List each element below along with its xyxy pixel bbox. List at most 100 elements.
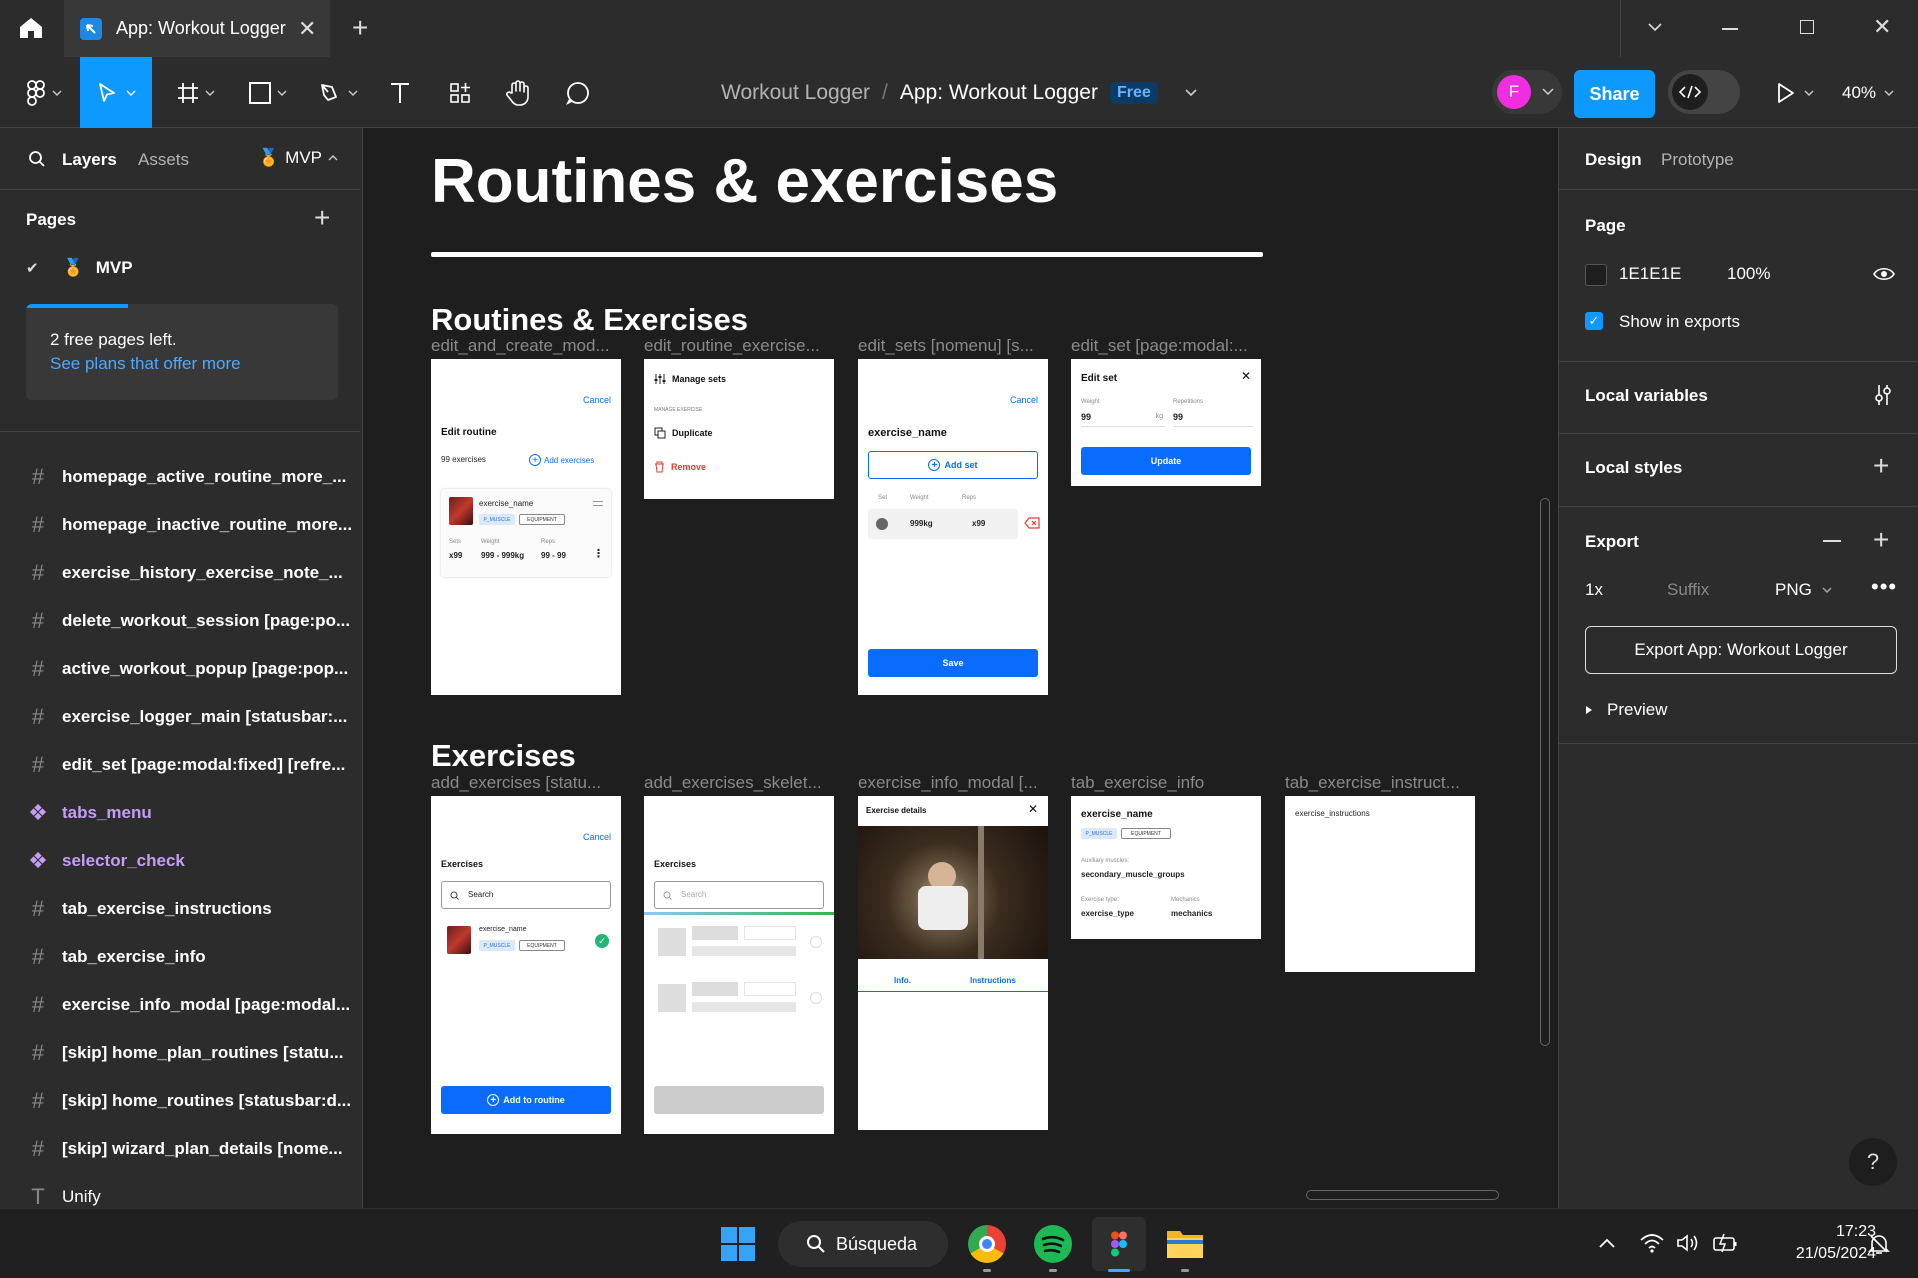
menu-item-duplicate[interactable]: Duplicate: [654, 427, 713, 439]
comment-tool-button[interactable]: [556, 57, 600, 128]
restore-window-icon[interactable]: [1800, 20, 1814, 34]
tab-design[interactable]: Design: [1585, 150, 1642, 170]
move-tool-button[interactable]: [80, 57, 152, 128]
cancel-link[interactable]: Cancel: [583, 395, 611, 405]
layer-item[interactable]: ❖ selector_check: [0, 837, 362, 885]
frame-label[interactable]: add_exercises [statu...: [431, 773, 621, 793]
layer-item[interactable]: # edit_set [page:modal:fixed] [refre...: [0, 741, 362, 789]
battery-icon[interactable]: [1712, 1233, 1738, 1253]
layer-item[interactable]: # active_workout_popup [page:pop...: [0, 645, 362, 693]
frame-label[interactable]: tab_exercise_info: [1071, 773, 1261, 793]
shape-tool-button[interactable]: [238, 57, 298, 128]
export-suffix-input[interactable]: Suffix: [1667, 580, 1709, 600]
layer-item[interactable]: # homepage_active_routine_more_...: [0, 453, 362, 501]
close-window-icon[interactable]: ✕: [1873, 14, 1891, 40]
new-tab-icon[interactable]: +: [352, 12, 368, 44]
page-color-swatch[interactable]: [1585, 264, 1607, 286]
page-selector[interactable]: 🏅 MVP: [258, 148, 338, 168]
dev-mode-toggle[interactable]: [1668, 70, 1740, 114]
frame-tool-button[interactable]: [166, 57, 226, 128]
exercise-card[interactable]: exercise_name P_MUSCLE EQUIPMENT Sets We…: [441, 489, 611, 577]
tab-info[interactable]: Info.: [894, 976, 911, 985]
close-icon[interactable]: ✕: [1028, 802, 1038, 816]
share-button[interactable]: Share: [1574, 70, 1655, 118]
add-page-icon[interactable]: +: [314, 202, 330, 234]
frame-edit-sets[interactable]: Cancel exercise_name + Add set Set Weigh…: [858, 359, 1048, 695]
close-tab-icon[interactable]: ✕: [298, 16, 316, 42]
present-button[interactable]: [1770, 57, 1820, 128]
variables-icon[interactable]: [1873, 384, 1893, 406]
add-export-icon[interactable]: +: [1873, 524, 1889, 556]
file-explorer-icon[interactable]: [1166, 1227, 1204, 1259]
layer-item[interactable]: # [skip] home_plan_routines [statu...: [0, 1029, 362, 1077]
eye-icon[interactable]: [1873, 266, 1895, 282]
export-format-select[interactable]: PNG: [1775, 580, 1832, 600]
layer-item[interactable]: # [skip] wizard_plan_details [nome...: [0, 1125, 362, 1173]
search-icon[interactable]: [28, 150, 46, 168]
tab-layers[interactable]: Layers: [62, 150, 117, 170]
cancel-link[interactable]: Cancel: [583, 832, 611, 842]
notifications-icon[interactable]: [1868, 1233, 1890, 1255]
drag-handle-icon[interactable]: [593, 501, 603, 506]
frame-label[interactable]: edit_and_create_mod...: [431, 336, 621, 356]
resources-tool-button[interactable]: [440, 57, 480, 128]
vertical-scrollbar[interactable]: [1540, 498, 1550, 1046]
weight-input[interactable]: 99 kg: [1081, 409, 1165, 427]
more-options-icon[interactable]: ⋮: [593, 547, 604, 560]
pen-tool-button[interactable]: [308, 57, 368, 128]
add-to-routine-button[interactable]: + Add to routine: [441, 1086, 611, 1114]
frame-edit-set-modal[interactable]: Edit set ✕ Weight Repetitions 99 kg 99 U…: [1071, 359, 1261, 486]
layer-item[interactable]: # exercise_info_modal [page:modal...: [0, 981, 362, 1029]
export-scale[interactable]: 1x: [1585, 580, 1603, 600]
minimize-window-icon[interactable]: [1722, 28, 1738, 30]
chrome-icon[interactable]: [968, 1225, 1006, 1263]
delete-set-icon[interactable]: [1024, 517, 1040, 529]
preview-toggle[interactable]: Preview: [1585, 700, 1667, 720]
layer-item[interactable]: # [skip] home_routines [statusbar:d...: [0, 1077, 362, 1125]
breadcrumb-project[interactable]: Workout Logger: [721, 81, 870, 105]
frame-edit-routine[interactable]: Cancel Edit routine 99 exercises + Add e…: [431, 359, 621, 695]
update-button[interactable]: Update: [1081, 447, 1251, 475]
layer-item[interactable]: # homepage_inactive_routine_more...: [0, 501, 362, 549]
page-opacity-value[interactable]: 100%: [1727, 264, 1770, 284]
menu-item-remove[interactable]: Remove: [654, 461, 706, 473]
frame-add-exercises[interactable]: Cancel Exercises Search exercise_name P_…: [431, 796, 621, 1134]
frame-label[interactable]: edit_routine_exercise...: [644, 336, 834, 356]
save-button[interactable]: Save: [868, 649, 1038, 677]
taskbar-search[interactable]: Búsqueda: [778, 1221, 948, 1267]
frame-tab-exercise-info[interactable]: exercise_name P_MUSCLE EQUIPMENT Auxilia…: [1071, 796, 1261, 939]
add-set-button[interactable]: + Add set: [868, 451, 1038, 479]
design-canvas[interactable]: Routines & exercises Routines & Exercise…: [363, 128, 1558, 1208]
frame-edit-routine-exercise-menu[interactable]: Manage sets MANAGE EXERCISE Duplicate Re…: [644, 359, 834, 499]
zoom-menu[interactable]: 40%: [1836, 57, 1900, 128]
more-options-icon[interactable]: •••: [1871, 574, 1897, 600]
exercise-list-item[interactable]: exercise_name P_MUSCLE EQUIPMENT ✓: [441, 922, 611, 962]
search-input[interactable]: Search: [654, 881, 824, 909]
remove-export-icon[interactable]: [1823, 540, 1841, 542]
horizontal-scrollbar[interactable]: [1306, 1190, 1499, 1200]
windows-start-icon[interactable]: [720, 1226, 756, 1262]
local-variables-heading[interactable]: Local variables: [1585, 386, 1708, 406]
layer-item[interactable]: # delete_workout_session [page:po...: [0, 597, 362, 645]
spotify-icon[interactable]: [1034, 1225, 1072, 1263]
close-icon[interactable]: ✕: [1241, 369, 1251, 383]
file-tab[interactable]: App: Workout Logger ✕: [64, 0, 330, 57]
cancel-link[interactable]: Cancel: [1010, 395, 1038, 405]
chevron-down-icon[interactable]: [1184, 88, 1198, 98]
frame-label[interactable]: edit_sets [nomenu] [s...: [858, 336, 1048, 356]
hand-tool-button[interactable]: [496, 57, 540, 128]
frame-label[interactable]: add_exercises_skelet...: [644, 773, 834, 793]
layer-item[interactable]: # tab_exercise_info: [0, 933, 362, 981]
text-tool-button[interactable]: [380, 57, 420, 128]
export-button[interactable]: Export App: Workout Logger: [1585, 626, 1897, 674]
chevron-down-icon[interactable]: [1646, 18, 1664, 36]
breadcrumb-file[interactable]: App: Workout Logger: [900, 81, 1098, 105]
tab-assets[interactable]: Assets: [138, 150, 189, 170]
home-icon[interactable]: [18, 16, 44, 40]
see-plans-link[interactable]: See plans that offer more: [50, 354, 241, 374]
layer-item[interactable]: # exercise_history_exercise_note_...: [0, 549, 362, 597]
add-exercises-link[interactable]: + Add exercises: [529, 454, 594, 466]
page-color-value[interactable]: 1E1E1E: [1619, 264, 1681, 284]
main-menu-button[interactable]: [14, 57, 74, 128]
menu-item-manage-sets[interactable]: Manage sets: [654, 373, 726, 385]
